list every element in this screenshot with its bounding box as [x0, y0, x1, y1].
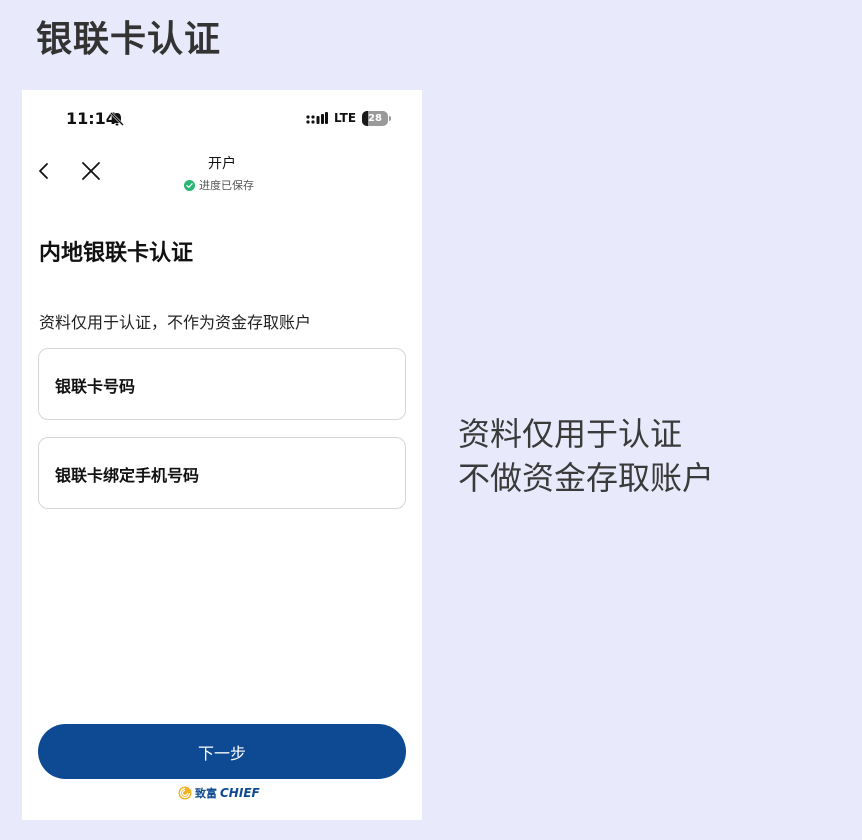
- signal-icon: [306, 112, 328, 124]
- logo-icon: [178, 786, 192, 800]
- save-status: 进度已保存: [184, 177, 254, 193]
- side-caption-line-1: 资料仅用于认证: [458, 415, 683, 453]
- form-title: 内地银联卡认证: [39, 241, 194, 266]
- card-number-field[interactable]: 银联卡号码: [38, 348, 406, 420]
- bound-phone-label: 银联卡绑定手机号码: [55, 466, 200, 485]
- side-caption: 资料仅用于认证 不做资金存取账户: [458, 412, 714, 500]
- status-bar: 11:14 LTE 28: [22, 90, 422, 150]
- bound-phone-field[interactable]: 银联卡绑定手机号码: [38, 437, 406, 509]
- page-heading: 银联卡认证: [36, 19, 222, 60]
- phone-screen: 11:14 LTE 28 开户 进度已保存 内地银联卡认证 资料仅用于认证，不作…: [22, 90, 422, 820]
- save-status-label: 进度已保存: [199, 179, 254, 192]
- brand-name-cn: 致富: [195, 787, 217, 800]
- network-label: LTE: [334, 111, 357, 125]
- nav-bar: 开户 进度已保存: [22, 145, 422, 201]
- form-subtitle: 资料仅用于认证，不作为资金存取账户: [39, 313, 312, 332]
- brand-name-en: CHIEF: [220, 786, 260, 800]
- battery-level: 28: [368, 113, 382, 124]
- battery-indicator: 28: [362, 111, 391, 126]
- next-button[interactable]: 下一步: [38, 724, 406, 779]
- brand-logo: 致富 CHIEF: [178, 785, 260, 801]
- check-circle-icon: [184, 179, 195, 191]
- nav-title: 开户: [208, 156, 236, 172]
- bell-muted-icon: [110, 112, 124, 126]
- card-number-label: 银联卡号码: [55, 377, 136, 396]
- battery-fill: [362, 111, 368, 126]
- side-caption-line-2: 不做资金存取账户: [458, 459, 715, 497]
